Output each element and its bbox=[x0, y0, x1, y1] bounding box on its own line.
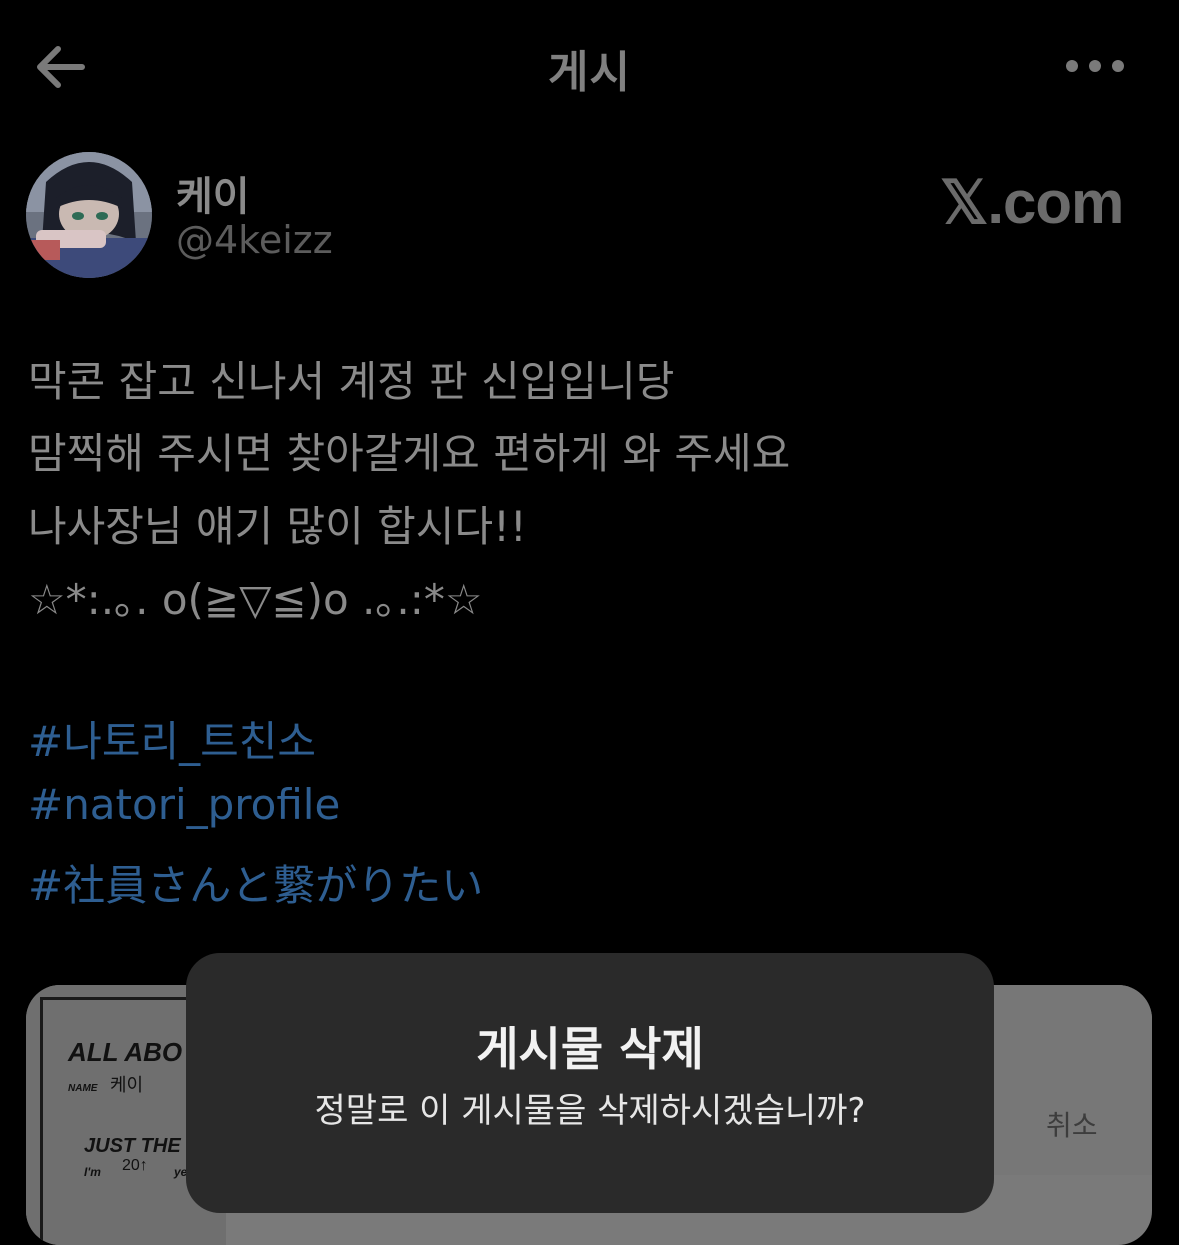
sheet-im-label: I'm bbox=[84, 1165, 101, 1179]
hashtag-link[interactable]: #나토리_트친소 bbox=[28, 708, 316, 769]
action-sheet-cancel-area bbox=[994, 985, 1152, 1175]
tweet-text-line: 막콘 잡고 신나서 계정 판 신입입니당 bbox=[28, 357, 675, 406]
sheet-heading: ALL ABO bbox=[68, 1037, 183, 1067]
hashtag-link[interactable]: #natori_profile bbox=[28, 780, 340, 829]
tweet-text-line: 나사장님 얘기 많이 합시다!! bbox=[28, 502, 527, 551]
author-handle[interactable]: @4keizz bbox=[176, 218, 333, 262]
hashtag-link[interactable]: #社員さんと繋がりたい bbox=[28, 852, 483, 913]
dialog-title: 게시물 삭제 bbox=[476, 1022, 704, 1076]
x-watermark: 𝕏.com bbox=[940, 169, 1124, 236]
tweet-text-line: 맘찍해 주시면 찾아갈게요 편하게 와 주세요 bbox=[28, 429, 791, 478]
avatar-image bbox=[26, 152, 152, 278]
top-bar: 게시 bbox=[0, 0, 1179, 130]
sheet-name-value: 케이 bbox=[110, 1075, 144, 1095]
avatar[interactable] bbox=[26, 152, 152, 278]
page-title: 게시 bbox=[548, 47, 631, 98]
dialog-message: 정말로 이 게시물을 삭제하시겠습니까? bbox=[314, 1091, 866, 1131]
author-name[interactable]: 케이 bbox=[176, 164, 250, 222]
more-horizontal-icon bbox=[1066, 60, 1124, 72]
cancel-button[interactable]: 취소 bbox=[1046, 1104, 1098, 1144]
sheet-name-label: NAME bbox=[68, 1083, 98, 1094]
more-options-button[interactable] bbox=[1058, 44, 1132, 88]
tweet-text-line: ☆*:.｡. o(≧▽≦)o .｡.:*☆ bbox=[28, 575, 483, 624]
delete-post-dialog: 게시물 삭제 정말로 이 게시물을 삭제하시겠습니까? bbox=[186, 953, 994, 1213]
sheet-subheading: JUST THE bbox=[84, 1135, 181, 1157]
sheet-age-value: 20↑ bbox=[122, 1157, 148, 1174]
